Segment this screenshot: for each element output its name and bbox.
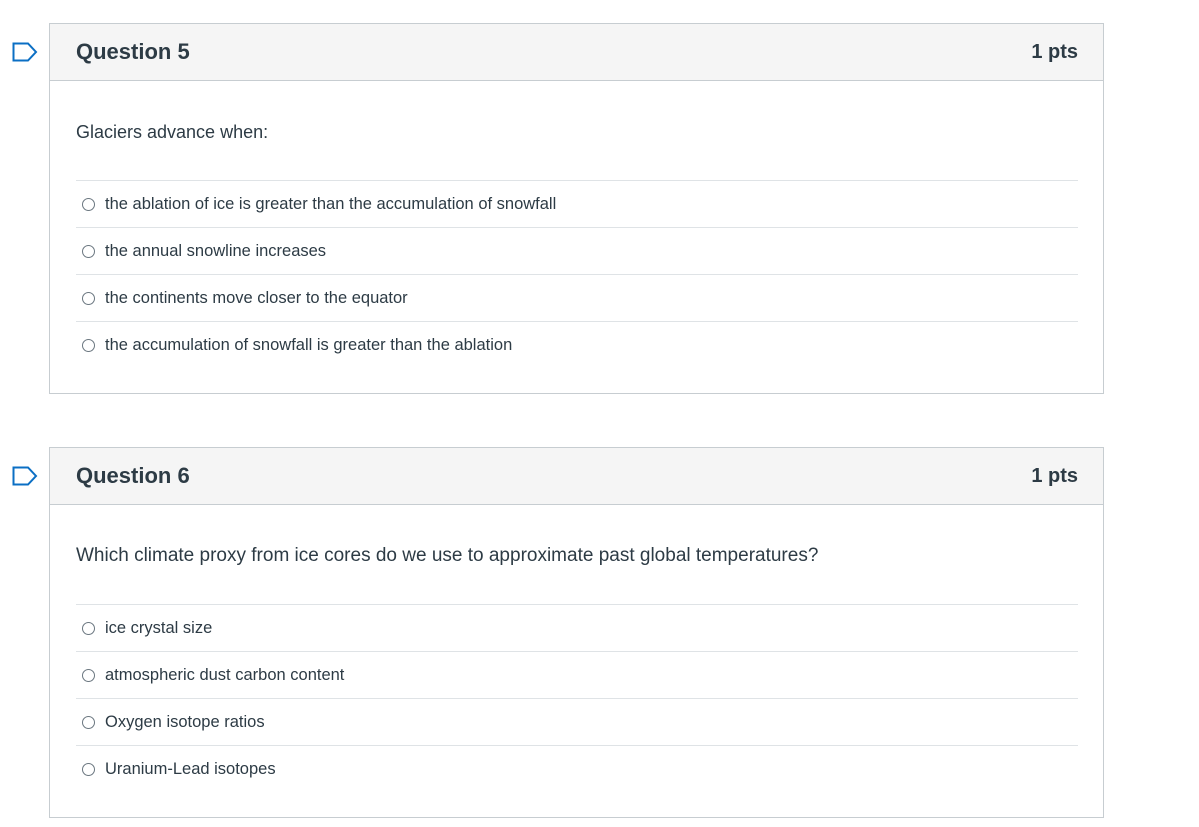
radio-button[interactable] — [82, 197, 95, 211]
answer-option[interactable]: the ablation of ice is greater than the … — [76, 181, 1078, 228]
question-title: Question 5 — [76, 39, 190, 64]
question-header: Question 5 1 pts — [50, 24, 1103, 81]
radio-button[interactable] — [82, 668, 95, 682]
flag-question-icon[interactable] — [12, 42, 38, 62]
radio-button[interactable] — [82, 244, 95, 258]
answer-list: the ablation of ice is greater than the … — [76, 180, 1078, 369]
radio-button[interactable] — [82, 291, 95, 305]
answer-label: Oxygen isotope ratios — [105, 712, 265, 731]
question-6-card: Question 6 1 pts Which climate proxy fro… — [12, 447, 1104, 818]
answer-label: Uranium-Lead isotopes — [105, 760, 276, 778]
question-text: Glaciers advance when: — [76, 122, 269, 142]
question-points: 1 pts — [1031, 40, 1078, 63]
radio-button[interactable] — [82, 715, 95, 729]
answer-option[interactable]: ice crystal size — [76, 605, 1078, 652]
question-title: Question 6 — [76, 463, 190, 488]
radio-button[interactable] — [82, 763, 95, 776]
answer-label: atmospheric dust carbon content — [105, 665, 345, 684]
radio-button[interactable] — [82, 339, 95, 352]
question-5-card: Question 5 1 pts Glaciers advance when: … — [12, 23, 1104, 394]
answer-label: the annual snowline increases — [105, 241, 327, 260]
answer-option[interactable]: atmospheric dust carbon content — [76, 652, 1078, 699]
question-body: Which climate proxy from ice cores do we… — [50, 505, 1103, 793]
answer-option[interactable]: the accumulation of snowfall is greater … — [76, 322, 1078, 369]
answer-list: ice crystal size atmospheric dust carbon… — [76, 604, 1078, 793]
question-body: Glaciers advance when: the ablation of i… — [50, 81, 1103, 369]
answer-label: the continents move closer to the equato… — [105, 288, 408, 307]
question-points: 1 pts — [1031, 464, 1078, 487]
quiz-page: Question 5 1 pts Glaciers advance when: … — [0, 0, 1199, 827]
answer-option[interactable]: the annual snowline increases — [76, 228, 1078, 275]
question-header: Question 6 1 pts — [50, 448, 1103, 505]
answer-option[interactable]: Uranium-Lead isotopes — [76, 746, 1078, 793]
question-text: Which climate proxy from ice cores do we… — [76, 545, 819, 566]
answer-option[interactable]: the continents move closer to the equato… — [76, 275, 1078, 322]
flag-question-icon[interactable] — [12, 466, 38, 486]
answer-option[interactable]: Oxygen isotope ratios — [76, 699, 1078, 746]
answer-label: ice crystal size — [105, 618, 213, 637]
answer-label: the ablation of ice is greater than the … — [105, 194, 557, 213]
radio-button[interactable] — [82, 621, 95, 635]
answer-label: the accumulation of snowfall is greater … — [105, 336, 513, 354]
